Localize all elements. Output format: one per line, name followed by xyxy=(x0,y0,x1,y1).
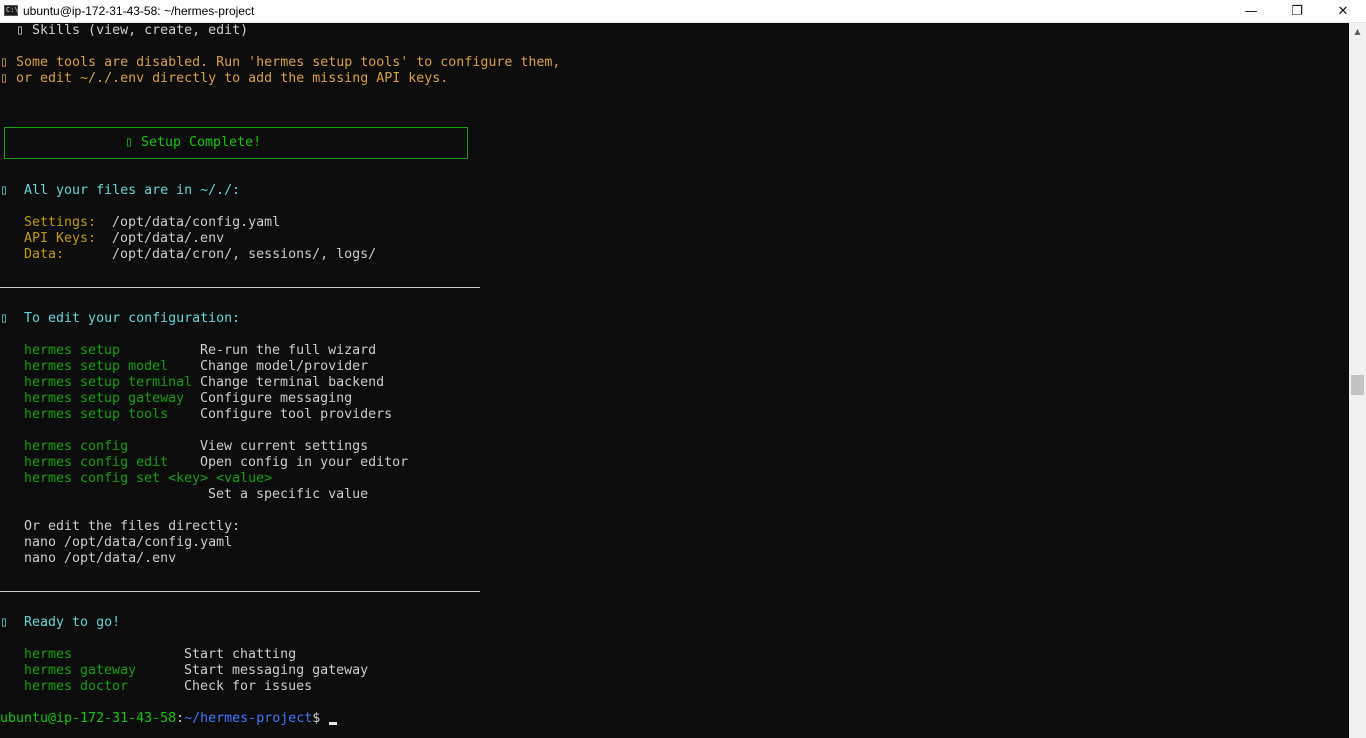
command-description: Set a specific value xyxy=(208,487,369,502)
maximize-button[interactable]: ❐ xyxy=(1274,0,1320,23)
file-path: /opt/data/cron/, sessions/, logs/ xyxy=(112,247,377,262)
title-bar[interactable]: C:\ ubuntu@ip-172-31-43-58: ~/hermes-pro… xyxy=(0,0,1366,23)
console-icon[interactable]: C:\ xyxy=(4,5,19,16)
ready-heading: ▯ Ready to go! xyxy=(0,615,121,630)
window-title: ubuntu@ip-172-31-43-58: ~/hermes-project xyxy=(23,4,255,18)
vertical-scrollbar[interactable]: ▲ xyxy=(1349,23,1366,738)
command-description: Change terminal backend xyxy=(200,375,385,390)
text-cursor xyxy=(329,722,337,725)
setup-complete-box: ▯ Setup Complete! xyxy=(4,127,468,159)
setup-complete-text: ▯ Setup Complete! xyxy=(125,135,262,150)
file-label: API Keys: xyxy=(24,231,97,246)
warning-line: ▯ or edit ~/./.env directly to add the m… xyxy=(0,71,449,86)
command-name: hermes setup terminal xyxy=(24,375,193,390)
command-name: hermes doctor xyxy=(24,679,129,694)
prompt-separator: : xyxy=(176,711,185,726)
file-label: Settings: xyxy=(24,215,97,230)
file-path: /opt/data/config.yaml xyxy=(112,215,281,230)
edit-directly-heading: Or edit the files directly: xyxy=(24,519,241,534)
scroll-up-arrow-icon[interactable]: ▲ xyxy=(1349,23,1366,40)
divider xyxy=(0,591,480,592)
command-name: hermes gateway xyxy=(24,663,137,678)
edit-config-heading: ▯ To edit your configuration: xyxy=(0,311,241,326)
warning-line: ▯ Some tools are disabled. Run 'hermes s… xyxy=(0,55,561,70)
prompt-symbol: $ xyxy=(312,711,321,726)
divider xyxy=(0,287,480,288)
command-name: hermes xyxy=(24,647,73,662)
command-description: View current settings xyxy=(200,439,369,454)
command-name: hermes setup model xyxy=(24,359,169,374)
command-description: Configure messaging xyxy=(200,391,353,406)
command-name: hermes config edit xyxy=(24,455,169,470)
close-button[interactable]: ✕ xyxy=(1320,0,1366,23)
command-description: Configure tool providers xyxy=(200,407,393,422)
command-name: hermes setup gateway xyxy=(24,391,185,406)
command-name: hermes setup xyxy=(24,343,121,358)
edit-command: nano /opt/data/.env xyxy=(24,551,177,566)
files-heading: ▯ All your files are in ~/./: xyxy=(0,183,241,198)
prompt-user-host: ubuntu@ip-172-31-43-58 xyxy=(0,711,177,726)
skills-line: ▯ Skills (view, create, edit) xyxy=(0,23,249,38)
command-name: hermes config set <key> <value> xyxy=(24,471,273,486)
command-description: Open config in your editor xyxy=(200,455,409,470)
file-label: Data: xyxy=(24,247,65,262)
scroll-thumb[interactable] xyxy=(1351,375,1364,395)
command-name: hermes setup tools xyxy=(24,407,169,422)
minimize-button[interactable]: — xyxy=(1228,0,1274,23)
shell-prompt[interactable]: ubuntu@ip-172-31-43-58:~/hermes-project$ xyxy=(0,711,320,727)
command-description: Re-run the full wizard xyxy=(200,343,377,358)
command-description: Change model/provider xyxy=(200,359,369,374)
command-description: Check for issues xyxy=(184,679,313,694)
command-description: Start chatting xyxy=(184,647,297,662)
prompt-path: ~/hermes-project xyxy=(184,711,313,726)
command-name: hermes config xyxy=(24,439,129,454)
edit-command: nano /opt/data/config.yaml xyxy=(24,535,233,550)
command-description: Start messaging gateway xyxy=(184,663,369,678)
file-path: /opt/data/.env xyxy=(112,231,225,246)
terminal-output[interactable]: ▯ Skills (view, create, edit) ▯ Some too… xyxy=(0,23,1349,738)
